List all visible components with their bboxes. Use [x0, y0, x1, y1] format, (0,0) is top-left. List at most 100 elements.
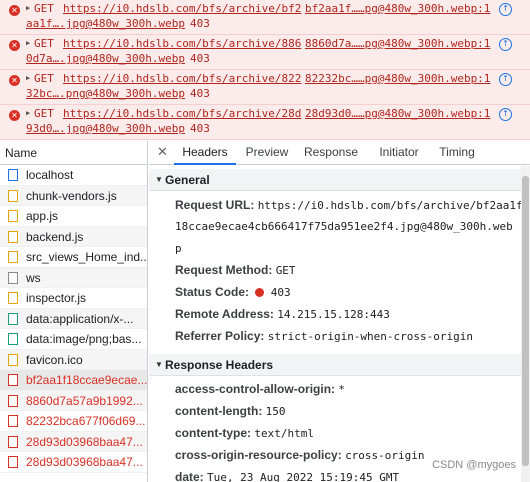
error-method: GET: [34, 107, 54, 120]
remote-address-row: Remote Address: 14.215.15.128:443: [175, 306, 525, 323]
watermark: CSDN @mygoes: [432, 459, 516, 471]
error-status: 403: [190, 52, 210, 65]
referrer-policy-value: strict-origin-when-cross-origin: [267, 330, 474, 343]
request-name: favicon.ico: [26, 352, 83, 367]
request-item[interactable]: 28d93d03968baa47...: [0, 452, 147, 473]
error-source-link[interactable]: bf2aa1f……pg@480w_300h.webp:1: [305, 2, 490, 15]
network-request-icon[interactable]: ↑: [499, 108, 512, 121]
request-item[interactable]: 82232bca677f06d69...: [0, 411, 147, 432]
request-item[interactable]: favicon.ico: [0, 349, 147, 370]
error-icon: ✕: [9, 5, 20, 16]
error-url-link[interactable]: https://i0.hdslb.com/bfs/archive/bf2: [63, 2, 301, 15]
console-errors: ✕ ▶ GET https://i0.hdslb.com/bfs/archive…: [0, 0, 530, 140]
script-file-icon: [8, 292, 18, 304]
expand-arrow-icon[interactable]: ▶: [26, 109, 30, 117]
request-item[interactable]: data:application/x-...: [0, 308, 147, 329]
response-header-value: cross-origin: [345, 449, 425, 462]
script-file-icon: [8, 210, 18, 222]
error-source-link[interactable]: 82232bc……pg@480w_300h.webp:1: [305, 72, 490, 85]
console-error-row[interactable]: ✕ ▶ GET https://i0.hdslb.com/bfs/archive…: [0, 35, 530, 70]
tab-timing[interactable]: Timing: [432, 141, 482, 165]
response-header-value: text/html: [254, 427, 314, 440]
error-url-link-cont[interactable]: aa1f….jpg@480w_300h.webp: [26, 17, 185, 30]
request-item[interactable]: 8860d7a57a9b1992...: [0, 390, 147, 411]
error-source-link[interactable]: 28d93d0……pg@480w_300h.webp:1: [305, 107, 490, 120]
tab-preview[interactable]: Preview: [239, 141, 295, 165]
request-name: app.js: [26, 209, 59, 223]
scrollbar-thumb[interactable]: [522, 176, 529, 466]
request-item[interactable]: src_views_Home_ind...: [0, 247, 147, 268]
request-name: 8860d7a57a9b1992...: [26, 393, 143, 408]
console-error-row[interactable]: ✕ ▶ GET https://i0.hdslb.com/bfs/archive…: [0, 70, 530, 105]
request-name: ws: [26, 270, 41, 285]
collapse-triangle-icon: ▼: [155, 360, 163, 369]
script-file-icon: [8, 353, 18, 366]
response-header-name: content-type:: [175, 426, 251, 440]
response-header-row: content-type: text/html: [175, 425, 525, 442]
network-request-icon[interactable]: ↑: [499, 3, 512, 16]
request-name: 28d93d03968baa47...: [26, 455, 143, 469]
request-name: data:image/png;bas...: [26, 332, 142, 346]
expand-arrow-icon[interactable]: ▶: [26, 39, 30, 47]
request-name: 82232bca677f06d69...: [26, 414, 146, 428]
details-tab-bar: ✕ Headers Preview Response Initiator Tim…: [149, 141, 530, 165]
request-name: chunk-vendors.js: [26, 188, 117, 203]
console-error-row[interactable]: ✕ ▶ GET https://i0.hdslb.com/bfs/archive…: [0, 0, 530, 35]
tab-response[interactable]: Response: [299, 141, 363, 165]
console-error-row[interactable]: ✕ ▶ GET https://i0.hdslb.com/bfs/archive…: [0, 105, 530, 140]
error-url-link-cont[interactable]: 32bc….png@480w_300h.webp: [26, 87, 185, 100]
network-request-icon[interactable]: ↑: [499, 73, 512, 86]
tab-initiator[interactable]: Initiator: [369, 141, 429, 165]
error-url-link-cont[interactable]: 93d0….jpg@480w_300h.webp: [26, 122, 185, 135]
expand-arrow-icon[interactable]: ▶: [26, 4, 30, 12]
script-file-icon: [8, 230, 18, 243]
general-title: General: [165, 173, 210, 187]
collapse-triangle-icon: ▼: [155, 175, 163, 184]
response-header-row: content-length: 150: [175, 403, 525, 420]
name-column-header[interactable]: Name: [0, 141, 147, 165]
request-item[interactable]: chunk-vendors.js: [0, 185, 147, 206]
request-item[interactable]: ws: [0, 267, 147, 288]
request-url-value: https://i0.hdslb.com/bfs/archive/bf2aa1f: [257, 199, 523, 212]
error-method: GET: [34, 72, 54, 85]
request-item[interactable]: 28d93d03968baa47...: [0, 431, 147, 452]
request-item[interactable]: data:image/png;bas...: [0, 329, 147, 350]
request-item[interactable]: bf2aa1f18ccae9ecae...: [0, 370, 147, 391]
error-url-link-cont[interactable]: 0d7a….jpg@480w_300h.webp: [26, 52, 185, 65]
status-code-label: Status Code:: [175, 285, 250, 299]
referrer-policy-row: Referrer Policy: strict-origin-when-cros…: [175, 328, 525, 345]
request-method-value: GET: [275, 264, 296, 277]
request-item[interactable]: inspector.js: [0, 288, 147, 309]
failed-request-icon: [8, 394, 18, 407]
network-request-icon[interactable]: ↑: [499, 38, 512, 51]
request-method-row: Request Method: GET: [175, 262, 525, 279]
error-status: 403: [190, 122, 210, 135]
error-icon: ✕: [9, 110, 20, 121]
details-scrollbar[interactable]: [521, 166, 530, 482]
response-headers-title: Response Headers: [165, 358, 274, 372]
error-source-link[interactable]: 8860d7a……pg@480w_300h.webp:1: [305, 37, 490, 50]
request-method-label: Request Method:: [175, 263, 273, 277]
remote-address-label: Remote Address:: [175, 307, 274, 321]
request-item[interactable]: localhost: [0, 165, 147, 186]
error-url-link[interactable]: https://i0.hdslb.com/bfs/archive/28d: [63, 107, 301, 120]
error-url-link[interactable]: https://i0.hdslb.com/bfs/archive/822: [63, 72, 301, 85]
request-url-label: Request URL:: [175, 198, 255, 212]
tab-headers[interactable]: Headers: [174, 141, 236, 165]
error-method: GET: [34, 37, 54, 50]
failed-request-icon: [8, 374, 18, 386]
error-status: 403: [190, 17, 210, 30]
request-url-value-cont: 18ccae9ecae4cb666417f75da951ee2f4.jpg@48…: [175, 220, 513, 233]
request-name: inspector.js: [26, 291, 87, 305]
request-name: localhost: [26, 168, 74, 182]
response-header-name: content-length:: [175, 404, 263, 418]
general-section-header[interactable]: ▼ General: [149, 169, 521, 191]
response-header-value: Tue, 23 Aug 2022 15:19:45 GMT: [207, 471, 400, 482]
error-icon: ✕: [9, 75, 20, 86]
request-item[interactable]: app.js: [0, 206, 147, 227]
expand-arrow-icon[interactable]: ▶: [26, 74, 30, 82]
close-icon[interactable]: ✕: [157, 144, 168, 160]
request-item[interactable]: backend.js: [0, 226, 147, 247]
response-headers-section-header[interactable]: ▼ Response Headers: [149, 354, 521, 376]
error-url-link[interactable]: https://i0.hdslb.com/bfs/archive/886: [63, 37, 301, 50]
